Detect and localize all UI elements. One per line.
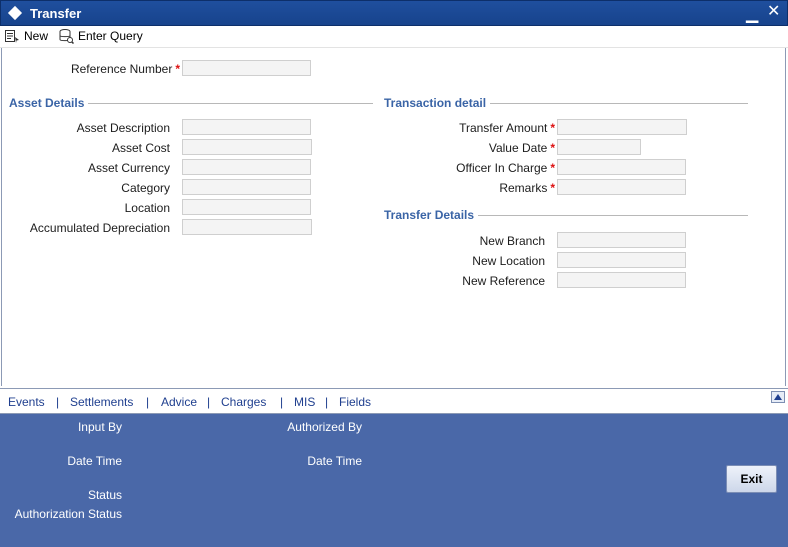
asset-currency-label: Asset Currency — [87, 161, 170, 175]
officer-in-charge-label: Officer In Charge * — [392, 161, 555, 175]
tab-separator: | — [280, 395, 284, 409]
reference-number-label-text: Reference Number — [70, 62, 173, 76]
toolbar: New Enter Query — [0, 26, 788, 48]
enter-query-label: Enter Query — [78, 29, 143, 43]
exit-button[interactable]: Exit — [726, 465, 777, 493]
location-label: Location — [124, 201, 170, 215]
required-mark: * — [550, 121, 555, 135]
tab-separator: | — [146, 395, 150, 409]
asset-description-label: Asset Description — [76, 121, 170, 135]
tab-events[interactable]: Events — [8, 395, 45, 409]
minimize-icon[interactable]: ▁ — [746, 7, 758, 23]
authorization-status-label: Authorization Status — [14, 507, 122, 521]
main-form: Reference Number * Asset Details Asset De… — [1, 48, 786, 386]
title-bar: Transfer ▁ ✕ — [0, 0, 788, 26]
tab-separator: | — [207, 395, 211, 409]
input-by-label: Input By — [77, 420, 122, 434]
new-branch-input[interactable] — [557, 232, 686, 248]
tab-charges[interactable]: Charges — [221, 395, 266, 409]
accumulated-depreciation-label: Accumulated Depreciation — [29, 221, 170, 235]
new-button[interactable]: New — [4, 28, 48, 44]
new-reference-input[interactable] — [557, 272, 686, 288]
tab-separator: | — [325, 395, 329, 409]
transfer-amount-label: Transfer Amount * — [392, 121, 555, 135]
asset-description-input[interactable] — [182, 119, 311, 135]
asset-cost-input[interactable] — [182, 139, 312, 155]
enter-query-button[interactable]: Enter Query — [58, 28, 143, 44]
value-date-label: Value Date * — [392, 141, 555, 155]
officer-in-charge-input[interactable] — [557, 159, 686, 175]
location-input[interactable] — [182, 199, 311, 215]
diamond-icon — [7, 5, 23, 21]
authorized-by-label: Authorized By — [287, 420, 362, 434]
tab-advice[interactable]: Advice — [161, 395, 197, 409]
remarks-label: Remarks * — [392, 181, 555, 195]
asset-details-section: Asset Details — [9, 96, 373, 110]
required-mark: * — [550, 181, 555, 195]
value-date-label-text: Value Date — [488, 141, 548, 155]
tab-mis[interactable]: MIS — [294, 395, 315, 409]
accumulated-depreciation-input[interactable] — [182, 219, 312, 235]
new-document-icon — [5, 30, 19, 43]
close-icon[interactable]: ✕ — [767, 4, 780, 20]
new-location-input[interactable] — [557, 252, 686, 268]
asset-currency-input[interactable] — [182, 159, 311, 175]
reference-number-input[interactable] — [182, 60, 311, 76]
new-branch-label: New Branch — [479, 234, 545, 248]
value-date-input[interactable] — [557, 139, 641, 155]
auth-date-time-label: Date Time — [307, 454, 362, 468]
scroll-up-arrow — [774, 394, 782, 400]
query-icon — [59, 29, 74, 44]
date-time-label: Date Time — [67, 454, 122, 468]
officer-in-charge-label-text: Officer In Charge — [456, 161, 548, 175]
tab-separator: | — [56, 395, 60, 409]
tab-settlements[interactable]: Settlements — [70, 395, 133, 409]
window-title: Transfer — [30, 6, 82, 21]
transfer-amount-label-text: Transfer Amount — [459, 121, 548, 135]
asset-details-title: Asset Details — [9, 96, 89, 110]
new-label: New — [24, 29, 49, 43]
category-label: Category — [121, 181, 170, 195]
required-mark: * — [550, 141, 555, 155]
required-mark: * — [550, 161, 555, 175]
sub-screen-tab-bar: Events | Settlements | Advice | Charges … — [0, 388, 788, 414]
required-mark: * — [175, 62, 180, 76]
transaction-detail-section: Transaction detail — [384, 96, 748, 110]
scroll-up-icon[interactable] — [771, 391, 785, 403]
tab-fields[interactable]: Fields — [339, 395, 371, 409]
transaction-detail-title: Transaction detail — [384, 96, 491, 110]
new-location-label: New Location — [472, 254, 545, 268]
status-label: Status — [87, 488, 122, 502]
new-reference-label: New Reference — [462, 274, 545, 288]
transfer-details-title: Transfer Details — [384, 208, 479, 222]
transfer-amount-input[interactable] — [557, 119, 687, 135]
asset-cost-label: Asset Cost — [111, 141, 170, 155]
reference-number-label: Reference Number * — [12, 62, 180, 76]
category-input[interactable] — [182, 179, 311, 195]
transfer-details-section: Transfer Details — [384, 208, 748, 222]
remarks-input[interactable] — [557, 179, 686, 195]
remarks-label-text: Remarks — [499, 181, 548, 195]
audit-footer: Input By Authorized By Date Time Date Ti… — [0, 414, 788, 547]
